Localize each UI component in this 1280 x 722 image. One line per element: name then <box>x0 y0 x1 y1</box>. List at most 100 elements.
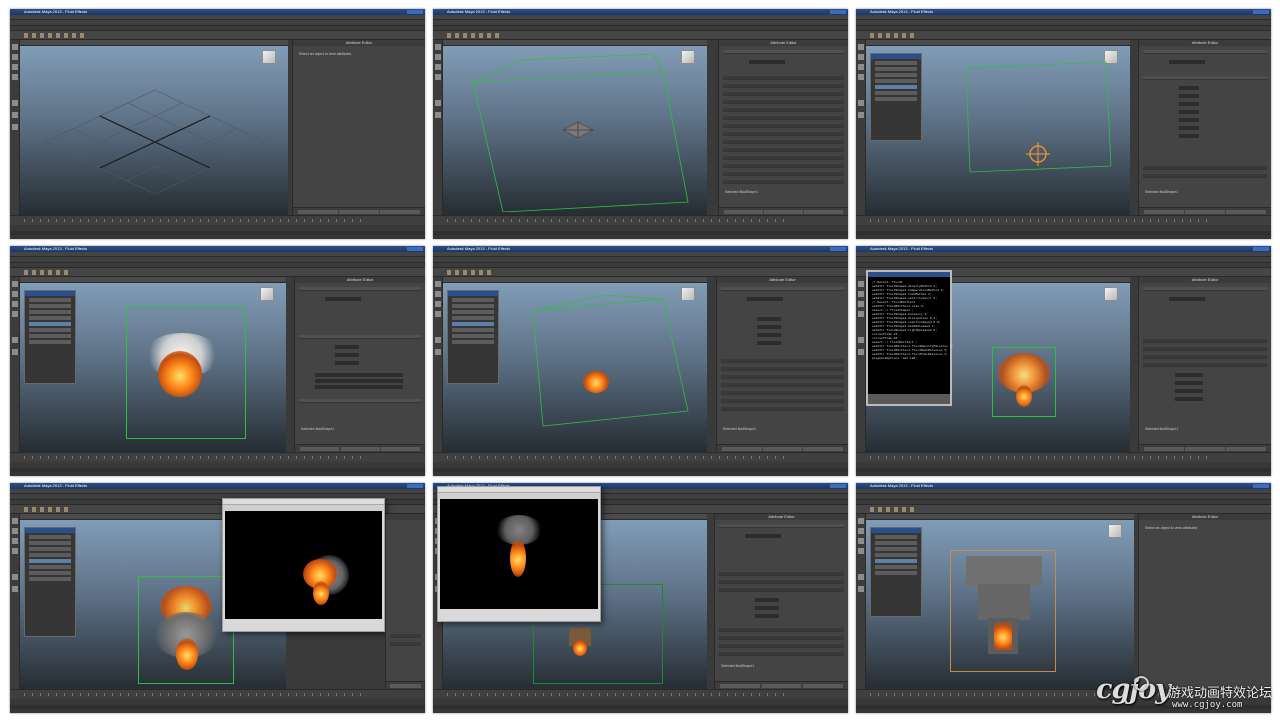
viewcube-icon[interactable] <box>1104 287 1118 301</box>
attribute-field[interactable] <box>1175 373 1203 377</box>
tile-4-smoke-preview[interactable]: Autodesk Maya 2013 - Fluid Effects Attri… <box>10 246 425 476</box>
attribute-field[interactable] <box>1175 397 1203 401</box>
fluidshape-name-field[interactable] <box>749 60 785 64</box>
attribute-section[interactable] <box>721 391 844 395</box>
attribute-field[interactable] <box>1179 118 1199 122</box>
attribute-field[interactable] <box>315 373 403 377</box>
attribute-field[interactable] <box>1179 110 1199 114</box>
script-editor-output[interactable]: // Result: fluid1 setAttr fluidShape1.de… <box>872 280 953 360</box>
attribute-editor-buttons[interactable] <box>386 681 425 689</box>
attribute-tabs[interactable] <box>721 287 844 291</box>
attribute-field[interactable] <box>335 345 359 349</box>
attribute-field[interactable] <box>335 361 359 365</box>
shelf[interactable] <box>10 31 425 40</box>
attribute-field[interactable] <box>755 598 779 602</box>
outliner-window[interactable] <box>24 527 76 637</box>
attribute-section[interactable] <box>723 100 844 104</box>
toolbox[interactable] <box>856 514 866 689</box>
attribute-field[interactable] <box>335 353 359 357</box>
outliner-window[interactable] <box>24 290 76 384</box>
window-controls[interactable] <box>1253 10 1269 14</box>
window-controls[interactable] <box>830 10 846 14</box>
attribute-editor[interactable]: Attribute Editor Select an object to vie… <box>1138 514 1271 689</box>
script-editor-window[interactable]: // Result: fluid1 setAttr fluidShape1.de… <box>866 270 953 406</box>
panel-menubar[interactable] <box>443 40 707 46</box>
window-controls[interactable] <box>830 484 846 488</box>
attribute-field[interactable] <box>1179 126 1199 130</box>
attribute-field[interactable] <box>1179 86 1199 90</box>
attribute-editor[interactable]: Attribute Editor Selected fluidShape1 <box>718 40 848 215</box>
attribute-section[interactable] <box>719 580 844 584</box>
tile-1-empty-scene[interactable]: Autodesk Maya 2013 - Fluid Effects Attri… <box>10 9 425 239</box>
attribute-section[interactable] <box>723 140 844 144</box>
attribute-editor-buttons[interactable] <box>1139 207 1271 215</box>
shelf[interactable] <box>856 505 1271 514</box>
shelf[interactable] <box>433 31 848 40</box>
attribute-section[interactable] <box>1143 174 1267 178</box>
tile-8-render-view-flame[interactable]: Autodesk Maya 2013 - Fluid Effects Attri… <box>433 483 848 713</box>
attribute-section[interactable] <box>723 124 844 128</box>
outliner-window[interactable] <box>447 290 499 384</box>
attribute-tabs[interactable] <box>1143 50 1267 54</box>
attribute-section[interactable] <box>390 634 421 638</box>
attribute-section[interactable] <box>1143 355 1267 359</box>
viewport-persp[interactable] <box>20 40 288 215</box>
attribute-field[interactable] <box>315 385 403 389</box>
panel-menubar[interactable] <box>443 277 707 283</box>
attribute-section[interactable] <box>1143 76 1267 80</box>
attribute-editor[interactable]: Attribute Editor Select an object to vie… <box>292 40 425 215</box>
window-controls[interactable] <box>407 484 423 488</box>
attribute-field[interactable] <box>757 325 781 329</box>
attribute-section[interactable] <box>1143 166 1267 170</box>
attribute-section[interactable] <box>723 156 844 160</box>
outliner-title-bar[interactable] <box>25 528 75 533</box>
script-editor-title-bar[interactable] <box>868 272 950 277</box>
viewcube-icon[interactable] <box>260 287 274 301</box>
window-controls[interactable] <box>1253 247 1269 251</box>
toolbox[interactable] <box>10 40 20 215</box>
attribute-field[interactable] <box>755 614 779 618</box>
panel-menubar[interactable] <box>20 277 286 283</box>
render-view-window[interactable] <box>222 498 385 632</box>
attribute-tabs[interactable] <box>299 287 421 291</box>
window-controls[interactable] <box>407 10 423 14</box>
toolbox[interactable] <box>856 40 866 215</box>
attribute-tabs[interactable] <box>1143 287 1267 291</box>
tile-2-fluid-container[interactable]: Autodesk Maya 2013 - Fluid Effects Attri… <box>433 9 848 239</box>
attribute-editor-buttons[interactable] <box>715 681 848 689</box>
attribute-tabs[interactable] <box>719 524 844 528</box>
render-image[interactable] <box>225 511 382 619</box>
attribute-editor[interactable] <box>385 514 425 689</box>
outliner-title-bar[interactable] <box>871 54 921 59</box>
attribute-section[interactable] <box>723 164 844 168</box>
tile-6-script-editor[interactable]: Autodesk Maya 2013 - Fluid Effects // Re… <box>856 246 1271 476</box>
attribute-section[interactable] <box>723 108 844 112</box>
panel-menubar[interactable] <box>866 40 1130 46</box>
attribute-section[interactable] <box>299 399 421 403</box>
attribute-section[interactable] <box>719 644 844 648</box>
attribute-editor[interactable]: Attribute Editor Selected fluidShape1 <box>716 277 848 452</box>
toolbox[interactable] <box>856 277 866 452</box>
attribute-editor-buttons[interactable] <box>719 207 848 215</box>
toolbox[interactable] <box>10 277 20 452</box>
time-slider[interactable] <box>433 689 848 699</box>
attribute-section[interactable] <box>721 399 844 403</box>
attribute-section[interactable] <box>1143 339 1267 343</box>
viewcube-icon[interactable] <box>262 50 276 64</box>
viewport-persp[interactable] <box>443 40 707 215</box>
attribute-section[interactable] <box>719 572 844 576</box>
attribute-field[interactable] <box>755 606 779 610</box>
attribute-section[interactable] <box>721 375 844 379</box>
outliner-window[interactable] <box>870 527 922 617</box>
attribute-tabs[interactable] <box>723 50 844 54</box>
render-view-window[interactable] <box>437 486 601 622</box>
window-controls[interactable] <box>1253 484 1269 488</box>
panel-menubar[interactable] <box>20 40 288 46</box>
attribute-section[interactable] <box>723 172 844 176</box>
time-slider[interactable] <box>433 452 848 462</box>
attribute-section[interactable] <box>723 76 844 80</box>
attribute-editor-buttons[interactable] <box>293 207 425 215</box>
attribute-section[interactable] <box>723 180 844 184</box>
shelf[interactable] <box>856 31 1271 40</box>
shelf[interactable] <box>10 268 425 277</box>
